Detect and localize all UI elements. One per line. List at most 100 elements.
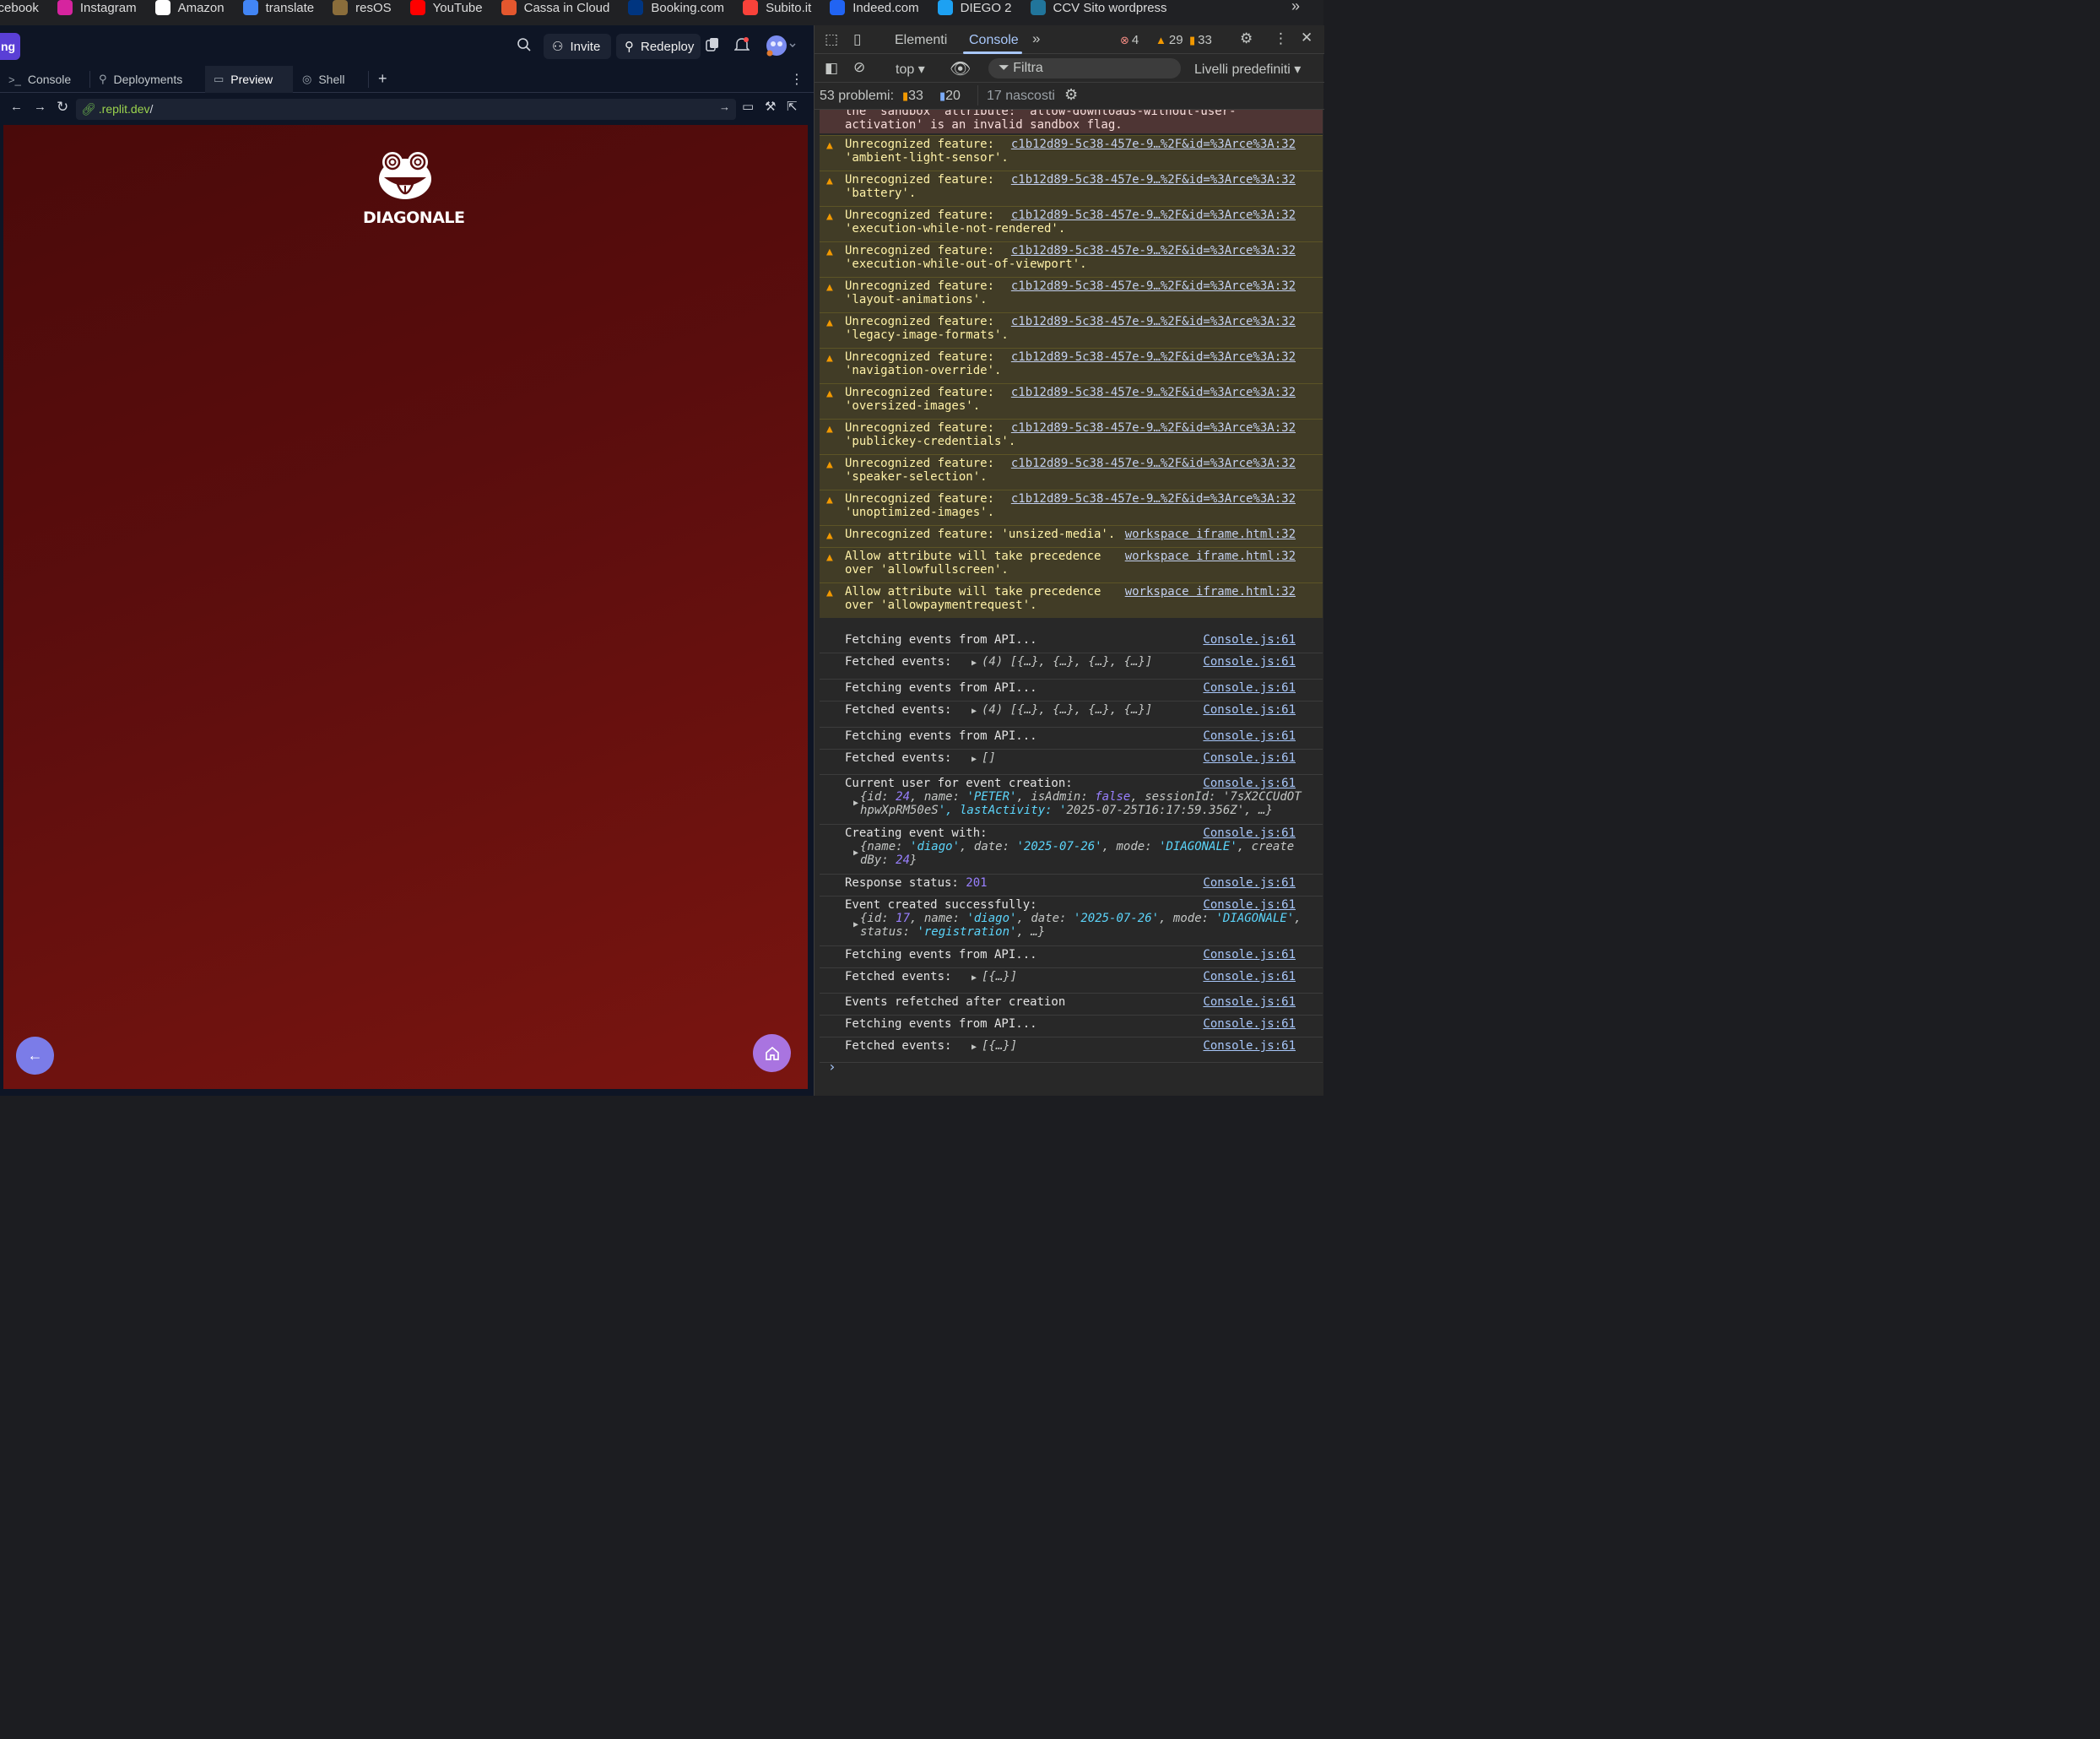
bookmark-amazon[interactable]: Amazon <box>154 0 225 20</box>
expand-triangle-icon[interactable]: ▶ <box>853 847 858 860</box>
more-vertical-icon[interactable]: ⋮ <box>790 71 804 88</box>
source-link[interactable]: c1b12d89-5c38-457e-9…%2F&id=%3Arce%3A:32 <box>1011 244 1296 257</box>
source-link[interactable]: Console.js:61 <box>1203 777 1296 790</box>
sidebar-toggle-icon[interactable]: ◧ <box>825 60 838 77</box>
filter-input[interactable]: ⏷ Filtra <box>988 58 1181 79</box>
log-object[interactable]: {id: 24, name: 'PETER', isAdmin: false, … <box>860 790 1302 804</box>
expand-triangle-icon[interactable]: ▶ <box>972 753 977 767</box>
live-expression-eye-icon[interactable]: 👁︎ <box>950 58 971 79</box>
more-bookmarks-icon[interactable]: » <box>1291 0 1300 15</box>
source-link[interactable]: Console.js:61 <box>1203 729 1296 743</box>
source-link[interactable]: c1b12d89-5c38-457e-9…%2F&id=%3Arce%3A:32 <box>1011 421 1296 435</box>
expand-triangle-icon[interactable]: ▶ <box>853 797 858 810</box>
invite-button[interactable]: ⚇ Invite <box>544 34 611 59</box>
tab-console[interactable]: >_ Console <box>0 66 89 93</box>
close-icon[interactable]: ✕ <box>1301 30 1312 46</box>
expand-triangle-icon[interactable]: ▶ <box>972 657 977 670</box>
log-object[interactable]: (4) [{…}, {…}, {…}, {…}] <box>982 703 1152 717</box>
source-link[interactable]: Console.js:61 <box>1203 1039 1296 1053</box>
bookmark-indeed-com[interactable]: Indeed.com <box>830 0 919 20</box>
expand-triangle-icon[interactable]: ▶ <box>972 705 977 718</box>
source-link[interactable]: c1b12d89-5c38-457e-9…%2F&id=%3Arce%3A:32 <box>1011 138 1296 151</box>
tab-deployments[interactable]: ⚲ Deployments <box>90 66 205 93</box>
bookmark-subito-it[interactable]: Subito.it <box>743 0 811 20</box>
inspect-element-icon[interactable]: ⬚ <box>825 31 838 48</box>
tab-console[interactable]: Console <box>969 33 1019 48</box>
warning-count-badge[interactable]: ▲ 29 <box>1156 33 1183 47</box>
source-link[interactable]: workspace iframe.html:32 <box>1125 528 1296 541</box>
log-object[interactable]: status: 'registration', …} <box>860 925 1045 939</box>
bookmark-booking-com[interactable]: Booking.com <box>628 0 724 20</box>
more-vertical-icon[interactable]: ⋮ <box>1274 30 1288 47</box>
wrench-icon[interactable]: ⚒ <box>765 99 776 114</box>
source-link[interactable]: c1b12d89-5c38-457e-9…%2F&id=%3Arce%3A:32 <box>1011 492 1296 506</box>
bookmark-ccv-sito-wordpress[interactable]: CCV Sito wordpress <box>1030 0 1167 20</box>
bookmark-cassa-in-cloud[interactable]: Cassa in Cloud <box>501 0 609 20</box>
log-object[interactable]: [{…}] <box>982 970 1017 983</box>
device-monitor-icon[interactable]: ▭ <box>742 99 754 114</box>
source-link[interactable]: workspace iframe.html:32 <box>1125 550 1296 563</box>
workspace-tab-fragment[interactable]: ng <box>0 33 20 60</box>
source-link[interactable]: Console.js:61 <box>1203 1017 1296 1031</box>
source-link[interactable]: c1b12d89-5c38-457e-9…%2F&id=%3Arce%3A:32 <box>1011 386 1296 399</box>
expand-triangle-icon[interactable]: ▶ <box>853 918 858 932</box>
log-levels-dropdown[interactable]: Livelli predefiniti ▾ <box>1194 61 1301 78</box>
tab-shell[interactable]: ◎ Shell <box>294 66 368 93</box>
source-link[interactable]: c1b12d89-5c38-457e-9…%2F&id=%3Arce%3A:32 <box>1011 173 1296 187</box>
bookmark-diego-2[interactable]: DIEGO 2 <box>937 0 1012 20</box>
settings-gear-icon[interactable]: ⚙ <box>1240 30 1253 47</box>
expand-triangle-icon[interactable]: ▶ <box>972 972 977 985</box>
notification-bell-icon[interactable] <box>733 36 750 57</box>
reload-icon[interactable]: ↻ <box>57 99 68 116</box>
avatar[interactable] <box>765 35 798 62</box>
url-input[interactable]: 🔗︎ .replit.dev/ <box>76 99 736 120</box>
source-link[interactable]: Console.js:61 <box>1203 633 1296 647</box>
source-link[interactable]: workspace iframe.html:32 <box>1125 585 1296 599</box>
source-link[interactable]: Console.js:61 <box>1203 970 1296 983</box>
error-count-badge[interactable]: ⊗ 4 <box>1120 33 1139 47</box>
bookmark-youtube[interactable]: YouTube <box>409 0 483 20</box>
log-object[interactable]: {name: 'diago', date: '2025-07-26', mode… <box>860 840 1294 853</box>
hidden-count[interactable]: 17 nascosti <box>987 89 1055 104</box>
add-tab-icon[interactable]: + <box>378 70 387 88</box>
source-link[interactable]: Console.js:61 <box>1203 898 1296 912</box>
problems-warn-count[interactable]: ▮33 <box>902 89 923 104</box>
settings-gear-icon[interactable]: ⚙ <box>1064 86 1078 104</box>
forward-arrow-icon[interactable]: → <box>34 100 46 114</box>
bookmark-translate[interactable]: translate <box>242 0 314 20</box>
issues-count-badge[interactable]: ▮ 33 <box>1189 33 1212 47</box>
source-link[interactable]: Console.js:61 <box>1203 826 1296 840</box>
clear-console-icon[interactable]: ⊘ <box>853 59 865 76</box>
source-link[interactable]: Console.js:61 <box>1203 681 1296 695</box>
log-object[interactable]: (4) [{…}, {…}, {…}, {…}] <box>982 655 1152 669</box>
source-link[interactable]: c1b12d89-5c38-457e-9…%2F&id=%3Arce%3A:32 <box>1011 279 1296 293</box>
source-link[interactable]: Console.js:61 <box>1203 876 1296 890</box>
source-link[interactable]: c1b12d89-5c38-457e-9…%2F&id=%3Arce%3A:32 <box>1011 457 1296 470</box>
back-arrow-icon[interactable]: ← <box>10 100 23 114</box>
context-selector[interactable]: top ▾ <box>896 61 925 78</box>
source-link[interactable]: c1b12d89-5c38-457e-9…%2F&id=%3Arce%3A:32 <box>1011 315 1296 328</box>
log-object[interactable]: [] <box>982 751 996 765</box>
source-link[interactable]: Console.js:61 <box>1203 751 1296 765</box>
bookmark-resos[interactable]: resOS <box>333 0 392 20</box>
redeploy-button[interactable]: ⚲ Redeploy <box>616 34 701 59</box>
tab-elements[interactable]: Elementi <box>895 33 947 48</box>
log-object[interactable]: {id: 17, name: 'diago', date: '2025-07-2… <box>860 912 1302 925</box>
more-tabs-icon[interactable]: » <box>1032 30 1040 47</box>
source-link[interactable]: c1b12d89-5c38-457e-9…%2F&id=%3Arce%3A:32 <box>1011 209 1296 222</box>
source-link[interactable]: Console.js:61 <box>1203 995 1296 1009</box>
expand-triangle-icon[interactable]: ▶ <box>972 1041 977 1054</box>
home-fab-button[interactable] <box>753 1034 791 1072</box>
device-toggle-icon[interactable]: ▯ <box>853 31 861 48</box>
search-icon[interactable] <box>517 37 532 57</box>
source-link[interactable]: c1b12d89-5c38-457e-9…%2F&id=%3Arce%3A:32 <box>1011 350 1296 364</box>
console-prompt[interactable]: › <box>828 1059 836 1075</box>
back-fab-button[interactable]: ← <box>16 1037 54 1075</box>
open-external-icon[interactable]: ⇱ <box>787 99 798 114</box>
source-link[interactable]: Console.js:61 <box>1203 655 1296 669</box>
copy-icon[interactable] <box>706 37 719 57</box>
bookmark-facebook[interactable]: Facebook <box>0 0 39 20</box>
log-object[interactable]: hpwXpRM50eS', lastActivity: '2025-07-25T… <box>860 804 1273 817</box>
problems-info-count[interactable]: ▮20 <box>939 89 961 104</box>
bookmark-instagram[interactable]: Instagram <box>57 0 137 20</box>
